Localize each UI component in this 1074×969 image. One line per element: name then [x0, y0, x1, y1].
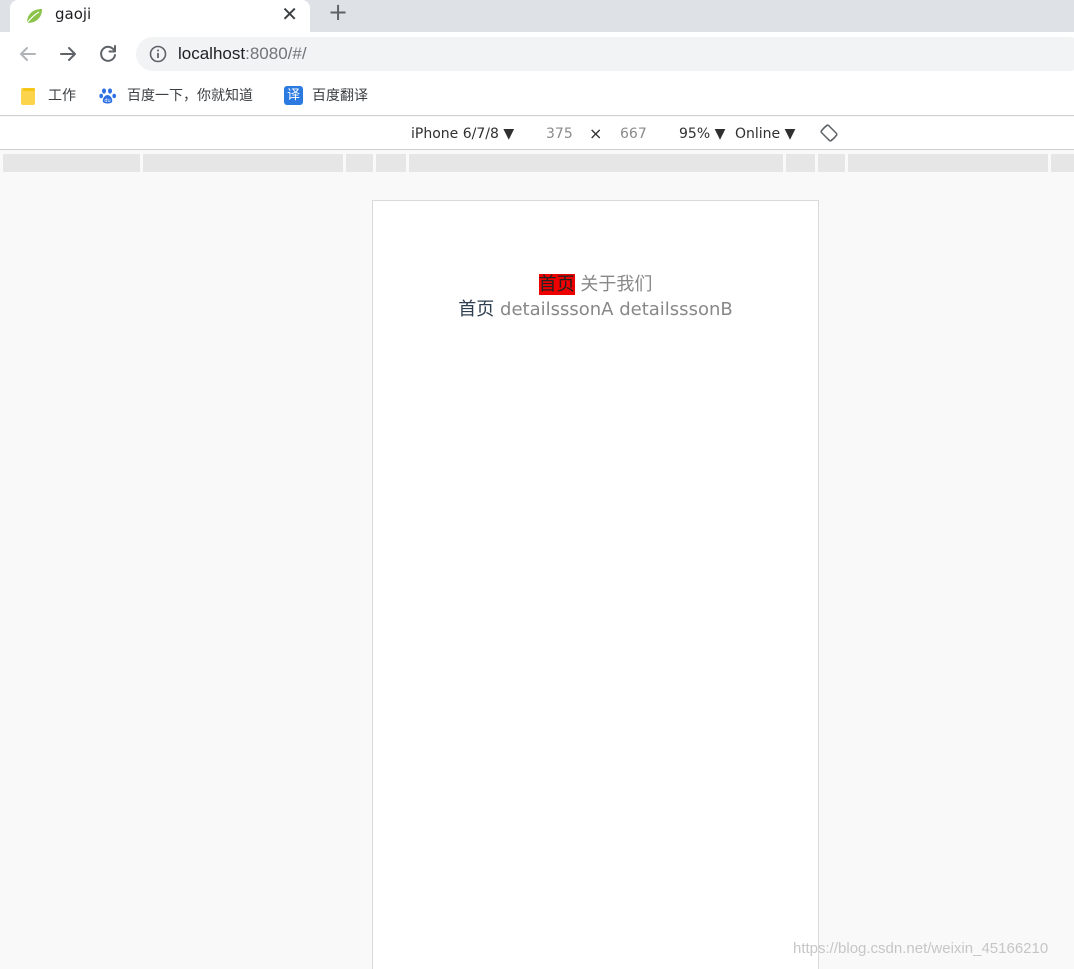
bookmark-label: 工作: [48, 88, 76, 104]
main-nav: 首页 关于我们: [373, 273, 818, 297]
new-tab-button[interactable]: +: [327, 0, 349, 26]
media-query-bar: [0, 151, 1074, 173]
info-icon[interactable]: [149, 45, 167, 63]
nav-link-home[interactable]: 首页: [538, 274, 575, 295]
dimension-separator: ×: [589, 124, 603, 143]
viewport-height-input[interactable]: 667: [620, 125, 647, 143]
bookmark-baidu[interactable]: du 百度一下，你就知道: [99, 86, 269, 106]
media-query-segment[interactable]: [1051, 154, 1074, 172]
sub-nav-link-detail-b[interactable]: detailsssonB: [619, 299, 733, 320]
media-query-segment[interactable]: [818, 154, 845, 172]
media-query-segment[interactable]: [409, 154, 783, 172]
folder-icon: [21, 88, 35, 105]
media-query-segment[interactable]: [848, 154, 1048, 172]
sub-nav-link-detail-a[interactable]: detailsssonA: [500, 299, 613, 320]
media-query-segment[interactable]: [376, 154, 406, 172]
device-toolbar: iPhone 6/7/8 ▼ 375 × 667 95% ▼ Online ▼: [0, 117, 1074, 150]
url-host: localhost: [178, 44, 246, 63]
bookmark-work[interactable]: 工作: [20, 86, 90, 106]
viewport-width-input[interactable]: 375: [546, 125, 573, 143]
zoom-select[interactable]: 95% ▼: [679, 125, 725, 143]
svg-text:du: du: [104, 98, 110, 104]
arrow-right-icon: [60, 47, 76, 61]
reload-icon: [100, 45, 116, 62]
throttle-select[interactable]: Online ▼: [735, 125, 795, 143]
leaf-icon: [26, 9, 42, 24]
address-bar[interactable]: localhost:8080/#/: [136, 37, 1074, 71]
bookmarks-bar: 工作 du 百度一下，你就知道 译 百度翻译: [0, 76, 1074, 116]
forward-button[interactable]: [55, 41, 81, 67]
arrow-left-icon: [20, 47, 36, 61]
media-query-segment[interactable]: [346, 154, 373, 172]
browser-toolbar: localhost:8080/#/: [0, 32, 1074, 76]
tab-strip: gaoji ✕ +: [0, 0, 1074, 32]
media-query-segment[interactable]: [143, 154, 343, 172]
reload-button[interactable]: [95, 41, 121, 67]
translate-icon: 译: [284, 86, 303, 105]
device-select[interactable]: iPhone 6/7/8 ▼: [411, 125, 514, 143]
sub-nav: 首页 detailsssonA detailsssonB: [373, 298, 818, 322]
bookmark-label: 百度翻译: [312, 88, 368, 104]
browser-tab[interactable]: gaoji ✕: [10, 0, 310, 32]
bookmark-baidu-translate[interactable]: 译 百度翻译: [284, 86, 384, 106]
tab-title: gaoji: [55, 5, 92, 23]
media-query-segment[interactable]: [786, 154, 815, 172]
sub-nav-link-home[interactable]: 首页: [458, 299, 494, 320]
back-button[interactable]: [15, 41, 41, 67]
watermark: https://blog.csdn.net/weixin_45166210: [793, 940, 1049, 957]
media-query-segment[interactable]: [3, 154, 140, 172]
url-text: localhost:8080/#/: [178, 44, 307, 64]
rotate-icon[interactable]: [820, 124, 838, 142]
device-viewport: 首页 关于我们 首页 detailsssonA detailsssonB: [372, 200, 819, 969]
url-path: :8080/#/: [245, 44, 307, 63]
bookmark-label: 百度一下，你就知道: [127, 88, 253, 104]
nav-link-about[interactable]: 关于我们: [580, 274, 652, 295]
close-tab-icon[interactable]: ✕: [281, 2, 298, 26]
baidu-paw-icon: du: [99, 88, 116, 104]
